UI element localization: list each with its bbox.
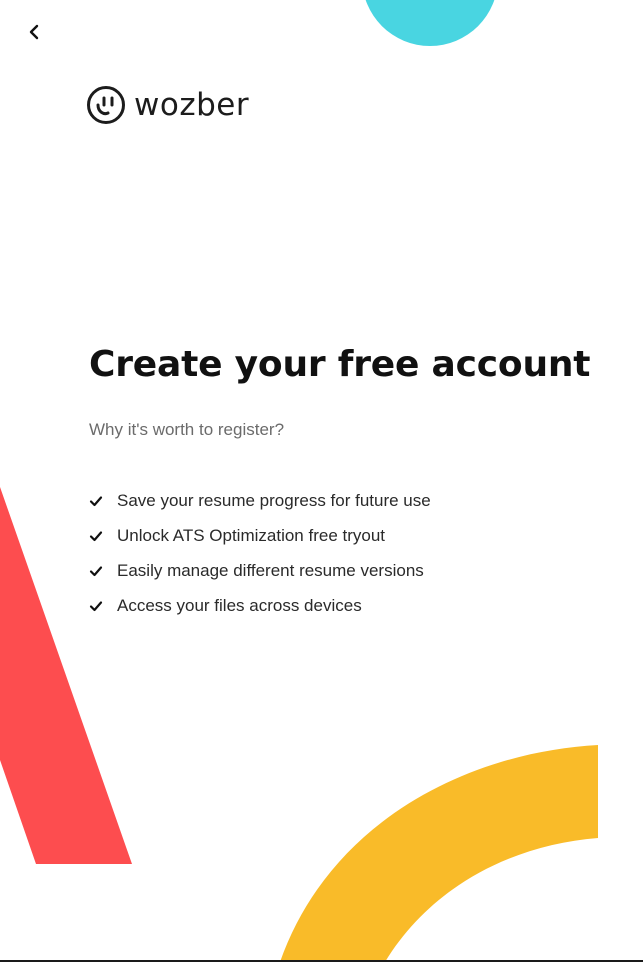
chevron-left-icon <box>29 24 39 40</box>
benefit-label: Easily manage different resume versions <box>117 560 424 580</box>
brand-name: wozber <box>134 86 250 123</box>
back-button[interactable] <box>22 20 46 44</box>
yellow-arc-shape <box>280 745 598 962</box>
check-icon <box>89 565 103 576</box>
benefit-label: Unlock ATS Optimization free tryout <box>117 525 386 545</box>
page-subtitle: Why it's worth to register? <box>89 420 285 439</box>
benefits-list: Save your resume progress for future use… <box>89 483 431 623</box>
wozber-logo[interactable]: wozber <box>86 84 249 126</box>
benefit-label: Save your resume progress for future use <box>117 490 431 510</box>
background-decoration <box>0 0 598 962</box>
benefit-item: Easily manage different resume versions <box>89 553 431 588</box>
check-icon <box>89 530 103 541</box>
check-icon <box>89 495 103 506</box>
benefit-item: Save your resume progress for future use <box>89 483 431 518</box>
wozber-face-icon <box>87 86 125 124</box>
check-icon <box>89 600 103 611</box>
benefit-label: Access your files across devices <box>117 595 362 615</box>
page-title: Create your free account <box>89 344 591 385</box>
benefit-item: Unlock ATS Optimization free tryout <box>89 518 431 553</box>
benefit-item: Access your files across devices <box>89 588 431 623</box>
cyan-circle-shape <box>365 0 495 46</box>
